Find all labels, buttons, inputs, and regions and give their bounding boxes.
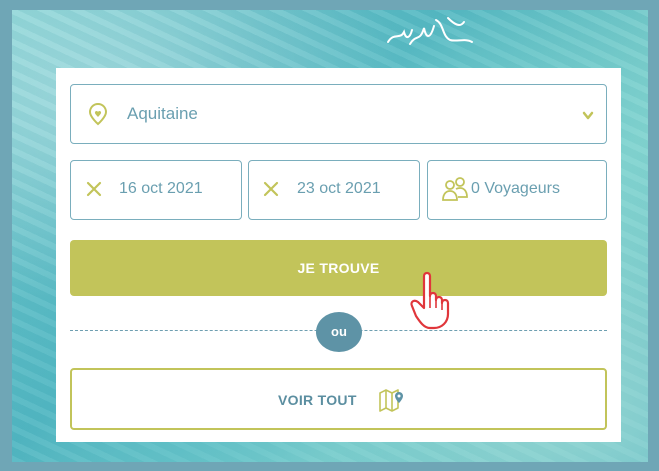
hand-cursor-icon xyxy=(410,271,450,330)
close-icon[interactable] xyxy=(263,181,279,197)
find-button[interactable]: JE TROUVE xyxy=(70,240,607,296)
brand-logo xyxy=(387,17,473,45)
map-icon xyxy=(379,389,403,412)
people-icon xyxy=(442,177,468,201)
view-all-button[interactable]: VOIR TOUT xyxy=(70,368,607,430)
chevron-down-icon[interactable] xyxy=(582,111,594,121)
departure-date-value: 23 oct 2021 xyxy=(297,180,381,197)
view-all-label: VOIR TOUT xyxy=(278,392,357,408)
arrival-date-value: 16 oct 2021 xyxy=(119,180,203,197)
or-badge: ou xyxy=(316,312,362,352)
travelers-value: 0 Voyageurs xyxy=(471,180,560,197)
close-icon[interactable] xyxy=(86,181,102,197)
region-value: Aquitaine xyxy=(127,104,198,123)
find-button-label: JE TROUVE xyxy=(297,260,380,276)
map-pin-icon xyxy=(88,102,108,126)
